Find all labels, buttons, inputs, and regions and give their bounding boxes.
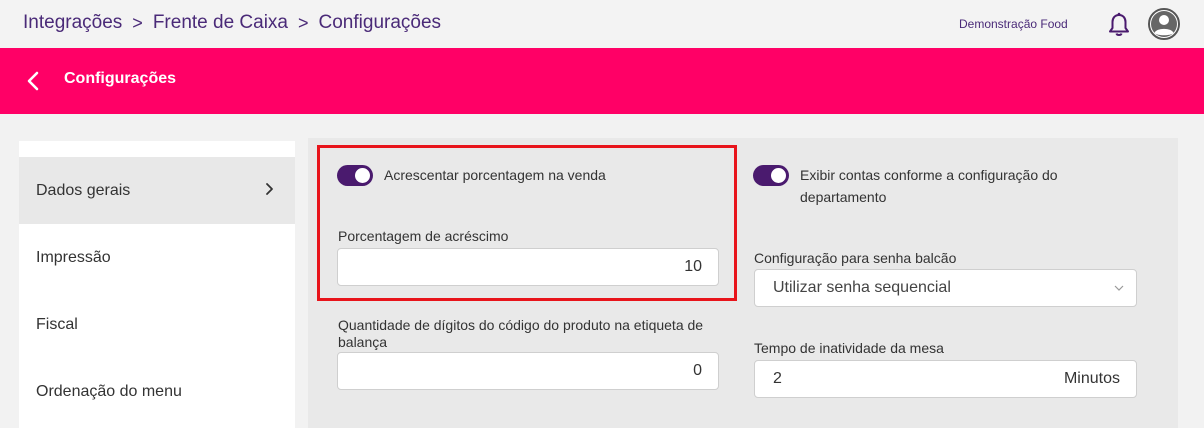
sidebar-item-fiscal[interactable]: Fiscal (19, 291, 295, 358)
sidebar-item-label: Ordenação do menu (36, 382, 182, 400)
breadcrumb-item-integracoes[interactable]: Integrações (23, 12, 122, 34)
chevron-right-icon (266, 183, 273, 195)
show-accounts-toggle[interactable] (753, 165, 789, 186)
sidebar-item-label: Dados gerais (36, 181, 131, 199)
avatar-icon[interactable] (1148, 8, 1180, 40)
table-inactivity-label: Tempo de inatividade da mesa (754, 340, 944, 356)
settings-sidebar: Dados gerais Impressão Fiscal Ordenação … (19, 141, 295, 428)
breadcrumb: Integrações > Frente de Caixa > Configur… (23, 12, 441, 34)
show-accounts-label: Exibir contas conforme a configuração do… (800, 167, 1058, 205)
sidebar-item-label: Fiscal (36, 315, 78, 333)
counter-password-value: Utilizar senha sequencial (773, 279, 951, 296)
table-inactivity-input[interactable]: 2 Minutos (754, 360, 1137, 398)
page-title: Configurações (64, 70, 177, 87)
digits-field-label: Quantidade de dígitos do código do produ… (338, 317, 704, 350)
breadcrumb-item-frente-de-caixa[interactable]: Frente de Caixa (153, 12, 288, 34)
bell-icon[interactable] (1107, 12, 1131, 38)
counter-password-select[interactable]: Utilizar senha sequencial (754, 269, 1137, 307)
sidebar-item-ordenacao-do-menu[interactable]: Ordenação do menu (19, 358, 295, 425)
breadcrumb-item-configuracoes: Configurações (318, 12, 442, 33)
toggle-knob (771, 168, 786, 183)
breadcrumb-separator: > (298, 12, 309, 33)
back-arrow-icon[interactable] (24, 70, 42, 92)
digits-input[interactable]: 0 (337, 352, 719, 390)
top-bar: Integrações > Frente de Caixa > Configur… (0, 0, 1204, 48)
sidebar-item-impressao[interactable]: Impressão (19, 224, 295, 291)
table-inactivity-unit: Minutos (1063, 370, 1120, 387)
sidebar-item-dados-gerais[interactable]: Dados gerais (19, 157, 295, 224)
company-name[interactable]: Demonstração Food (959, 17, 1068, 31)
page-header: Configurações (0, 48, 1204, 114)
breadcrumb-separator: > (132, 12, 143, 33)
sidebar-item-label: Impressão (36, 248, 111, 266)
table-inactivity-value: 2 (773, 370, 782, 387)
chevron-down-icon (1114, 285, 1124, 291)
digits-input-value: 0 (693, 362, 702, 379)
counter-password-label: Configuração para senha balcão (754, 250, 957, 266)
highlight-box (317, 145, 737, 301)
